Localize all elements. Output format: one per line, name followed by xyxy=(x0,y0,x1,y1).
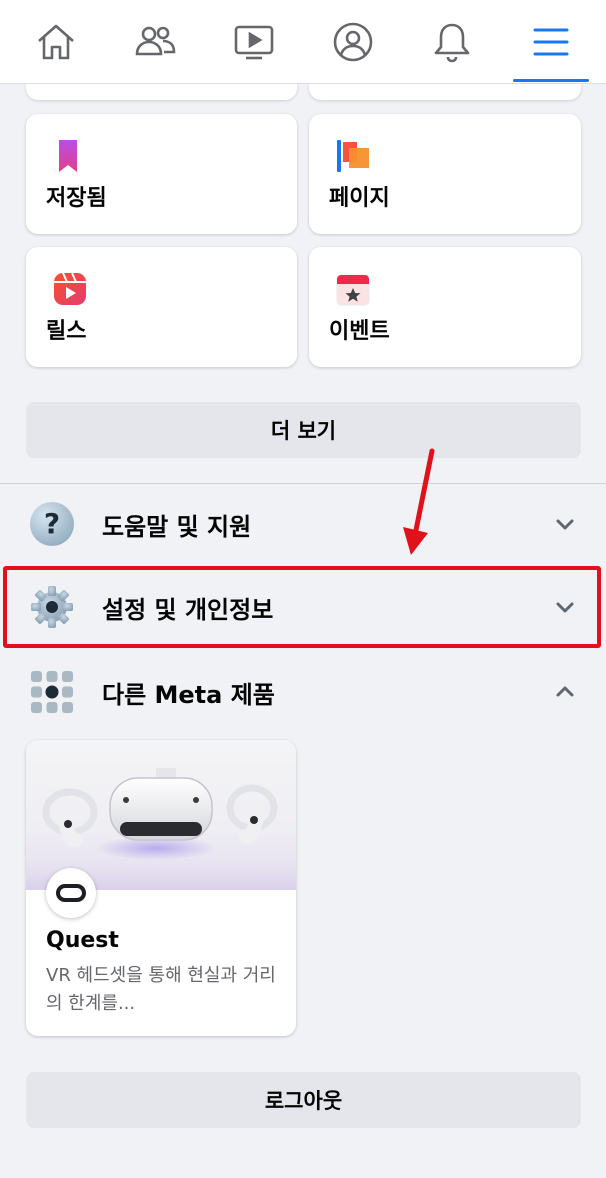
chevron-down-icon xyxy=(556,519,574,530)
logout-button[interactable]: 로그아웃 xyxy=(26,1072,581,1128)
question-icon: ? xyxy=(30,502,74,546)
shortcut-card-pages[interactable]: 페이지 xyxy=(309,114,581,234)
highlight-box xyxy=(3,566,601,648)
shortcut-card-partial[interactable] xyxy=(26,84,297,100)
friends-icon xyxy=(135,26,175,55)
grid-icon xyxy=(31,671,73,713)
see-more-button[interactable]: 더 보기 xyxy=(26,402,581,458)
bookmark-icon xyxy=(59,140,77,172)
watch-video-icon xyxy=(234,25,273,59)
profile-icon xyxy=(333,22,372,61)
nav-home[interactable] xyxy=(16,2,96,82)
calendar-star-icon xyxy=(336,274,370,306)
chevron-up-icon xyxy=(556,686,574,697)
top-navigation-bar xyxy=(0,0,606,84)
section-other-meta-products[interactable]: 다른 Meta 제품 xyxy=(0,652,606,732)
reels-icon xyxy=(54,272,86,305)
section-label: 다른 Meta 제품 xyxy=(102,680,275,709)
meta-product-card-quest[interactable]: Quest VR 헤드셋을 통해 현실과 거리의 한계를... xyxy=(26,740,296,1036)
section-help-support[interactable]: ? 도움말 및 지원 xyxy=(0,484,606,564)
svg-text:?: ? xyxy=(44,507,60,540)
product-description: VR 헤드셋을 통해 현실과 거리의 한계를... xyxy=(46,965,276,1014)
shortcut-label: 이벤트 xyxy=(329,319,390,344)
oculus-icon xyxy=(56,884,86,902)
shortcut-label: 페이지 xyxy=(329,186,390,211)
flag-icon xyxy=(337,140,369,172)
notifications-bell-icon xyxy=(434,23,469,62)
nav-friends[interactable] xyxy=(115,2,195,82)
nav-profile[interactable] xyxy=(313,2,393,82)
nav-watch[interactable] xyxy=(214,2,294,82)
home-icon xyxy=(37,24,74,59)
shortcut-label: 릴스 xyxy=(46,319,87,344)
nav-menu[interactable] xyxy=(511,2,591,82)
shortcut-card-partial[interactable] xyxy=(309,84,581,100)
menu-icon xyxy=(533,28,568,55)
product-title: Quest xyxy=(46,928,119,953)
shortcut-card-reels[interactable]: 릴스 xyxy=(26,247,297,367)
oculus-badge xyxy=(46,868,96,918)
nav-notifications[interactable] xyxy=(412,2,492,82)
shortcut-label: 저장됨 xyxy=(46,186,107,211)
section-label: 도움말 및 지원 xyxy=(102,512,252,541)
shortcut-card-saved[interactable]: 저장됨 xyxy=(26,114,297,234)
shortcut-card-events[interactable]: 이벤트 xyxy=(309,247,581,367)
annotation-arrow xyxy=(403,448,435,555)
